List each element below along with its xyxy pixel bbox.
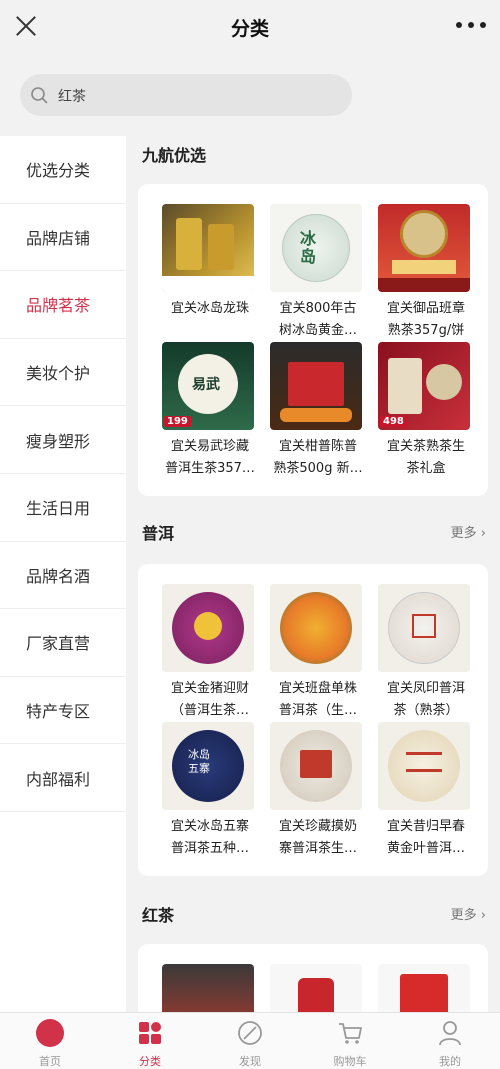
sidebar-item-slimming[interactable]: 瘦身塑形 xyxy=(0,406,126,474)
tab-home[interactable]: 首页 xyxy=(0,1013,100,1069)
price-badge: 498 xyxy=(380,416,407,427)
product-image: 易武 199 xyxy=(162,342,254,430)
product-card[interactable] xyxy=(374,964,478,1012)
bottom-tab-bar: 首页 分类 发现 购物车 我的 xyxy=(0,1012,500,1069)
puer-card: 宜关金猪迎财 （普洱生茶… 宜关班盘单株 普洱茶（生… 宜关凤印普洱 茶（熟茶） 冰岛… xyxy=(138,564,488,876)
product-image: 冰岛 xyxy=(270,204,362,292)
product-card[interactable]: 冰岛 五寨 宜关冰岛五寨 普洱茶五种… xyxy=(158,722,262,860)
page-title: 分类 xyxy=(230,18,269,40)
black-tea-card xyxy=(138,944,488,1012)
tab-discover[interactable]: 发现 xyxy=(200,1013,300,1069)
sidebar-item-label: 品牌名酒 xyxy=(26,566,91,586)
more-label: 更多 xyxy=(450,526,477,541)
product-card[interactable]: 宜关昔归早春 黄金叶普洱… xyxy=(374,722,478,860)
product-card[interactable] xyxy=(266,964,370,1012)
product-image xyxy=(270,584,362,672)
product-content: 九航优选 宜关冰岛龙珠 冰岛 宜关800年古 树冰岛黄金… 宜关御品班章 熟茶357… xyxy=(126,136,500,1012)
sidebar-item-label: 美妆个护 xyxy=(26,364,91,384)
product-card[interactable]: 宜关凤印普洱 茶（熟茶） xyxy=(374,584,478,722)
product-image xyxy=(378,584,470,672)
product-name: 宜关易武珍藏 普洱生茶357… xyxy=(165,439,255,476)
price-badge: 199 xyxy=(164,416,191,427)
product-image xyxy=(162,584,254,672)
more-link-puer[interactable]: 更多 › xyxy=(451,522,486,541)
product-card[interactable]: 宜关金猪迎财 （普洱生茶… xyxy=(158,584,262,722)
tab-label: 首页 xyxy=(39,1055,61,1068)
sidebar-item-beauty[interactable]: 美妆个护 xyxy=(0,339,126,407)
sidebar-item-factory-direct[interactable]: 厂家直营 xyxy=(0,609,126,677)
section-title-featured: 九航优选 xyxy=(142,146,207,165)
product-image xyxy=(270,342,362,430)
sidebar-item-label: 瘦身塑形 xyxy=(26,431,91,451)
tab-profile[interactable]: 我的 xyxy=(400,1013,500,1069)
sidebar-item-label: 内部福利 xyxy=(26,769,91,789)
category-sidebar: 优选分类 品牌店铺 品牌茗茶 美妆个护 瘦身塑形 生活日用 品牌名酒 厂家直营 … xyxy=(0,136,126,1012)
product-name: 宜关800年古 树冰岛黄金… xyxy=(278,301,357,338)
search-icon xyxy=(31,87,48,104)
product-image: 冰岛 五寨 xyxy=(162,722,254,810)
search-input[interactable]: 红茶 xyxy=(20,74,352,116)
product-name: 宜关金猪迎财 （普洱生茶… xyxy=(170,681,249,718)
section-title-puer: 普洱 xyxy=(142,524,175,543)
product-image xyxy=(378,964,470,1012)
search-query-text: 红茶 xyxy=(58,89,86,105)
sidebar-item-brand-tea[interactable]: 品牌茗茶 xyxy=(0,271,126,339)
product-name: 宜关茶熟茶生 茶礼盒 xyxy=(386,439,465,476)
tab-label: 分类 xyxy=(139,1055,161,1068)
product-name: 宜关冰岛龙珠 xyxy=(170,301,249,316)
sidebar-item-liquor[interactable]: 品牌名酒 xyxy=(0,542,126,610)
tab-label: 发现 xyxy=(239,1055,261,1068)
cart-icon xyxy=(339,1023,362,1044)
product-card[interactable]: 宜关御品班章 熟茶357g/饼 xyxy=(374,204,478,342)
product-image xyxy=(162,964,254,1012)
product-name: 宜关昔归早春 黄金叶普洱… xyxy=(386,819,465,856)
sidebar-item-label: 品牌店铺 xyxy=(26,228,91,248)
sidebar-item-label: 品牌茗茶 xyxy=(26,296,91,316)
sidebar-item-brand-stores[interactable]: 品牌店铺 xyxy=(0,204,126,272)
product-image xyxy=(270,964,362,1012)
tab-label: 我的 xyxy=(439,1055,461,1068)
featured-card: 宜关冰岛龙珠 冰岛 宜关800年古 树冰岛黄金… 宜关御品班章 熟茶357g/饼 易… xyxy=(138,184,488,496)
sidebar-item-label: 生活日用 xyxy=(26,499,91,519)
product-card[interactable]: 宜关班盘单株 普洱茶（生… xyxy=(266,584,370,722)
product-image xyxy=(162,204,254,292)
product-image xyxy=(270,722,362,810)
category-icon xyxy=(139,1022,161,1044)
product-card[interactable]: 498 宜关茶熟茶生 茶礼盒 xyxy=(374,342,478,480)
more-label: 更多 xyxy=(450,908,477,923)
product-name: 宜关冰岛五寨 普洱茶五种… xyxy=(170,819,249,856)
tab-category[interactable]: 分类 xyxy=(100,1013,200,1069)
product-image xyxy=(378,204,470,292)
sidebar-item-label: 厂家直营 xyxy=(26,634,91,654)
sidebar-item-internal-benefits[interactable]: 内部福利 xyxy=(0,744,126,812)
product-card[interactable]: 宜关冰岛龙珠 xyxy=(158,204,262,320)
product-name: 宜关珍藏摸奶 寨普洱茶生… xyxy=(278,819,357,856)
top-bar: 分类 xyxy=(0,0,500,56)
section-title-black-tea: 红茶 xyxy=(142,906,175,925)
product-image xyxy=(378,722,470,810)
sidebar-item-label: 特产专区 xyxy=(26,702,91,722)
user-icon xyxy=(439,1021,461,1046)
sidebar-item-featured[interactable]: 优选分类 xyxy=(0,136,126,204)
sidebar-item-specialty[interactable]: 特产专区 xyxy=(0,677,126,745)
product-card[interactable]: 宜关柑普陈普 熟茶500g 新… xyxy=(266,342,370,480)
product-card[interactable]: 冰岛 宜关800年古 树冰岛黄金… xyxy=(266,204,370,342)
product-image: 498 xyxy=(378,342,470,430)
sidebar-item-daily-use[interactable]: 生活日用 xyxy=(0,474,126,542)
discover-icon xyxy=(238,1021,262,1045)
product-card[interactable]: 易武 199 宜关易武珍藏 普洱生茶357… xyxy=(158,342,262,480)
product-card[interactable]: 宜关珍藏摸奶 寨普洱茶生… xyxy=(266,722,370,860)
product-name: 宜关御品班章 熟茶357g/饼 xyxy=(386,301,465,338)
home-logo-icon xyxy=(36,1019,64,1047)
sidebar-item-label: 优选分类 xyxy=(26,161,91,181)
product-name: 宜关班盘单株 普洱茶（生… xyxy=(278,681,357,718)
tab-label: 购物车 xyxy=(333,1055,367,1068)
tab-cart[interactable]: 购物车 xyxy=(300,1013,400,1069)
more-link-black-tea[interactable]: 更多 › xyxy=(451,904,486,923)
product-name: 宜关凤印普洱 茶（熟茶） xyxy=(386,681,465,718)
product-card[interactable] xyxy=(158,964,262,1012)
product-name: 宜关柑普陈普 熟茶500g 新… xyxy=(273,439,363,476)
more-options-icon[interactable] xyxy=(456,20,486,30)
